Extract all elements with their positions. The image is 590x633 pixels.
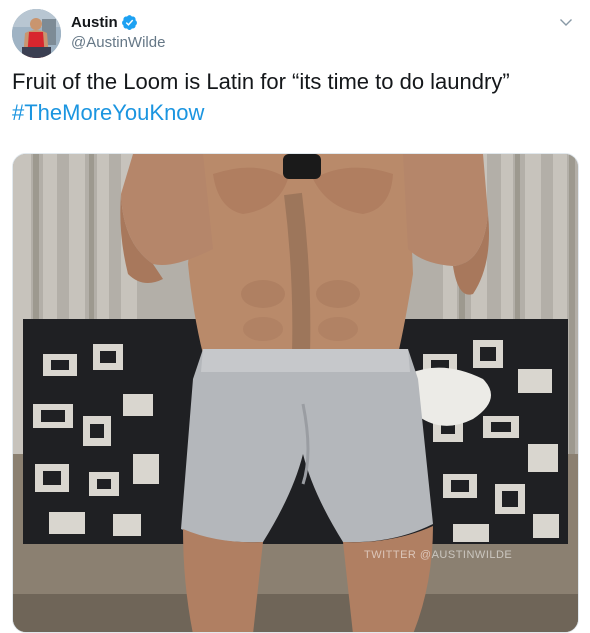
display-name[interactable]: Austin [71,14,118,31]
avatar[interactable] [12,9,61,58]
verified-badge-icon [121,14,138,31]
photo-watermark: TWITTER @AUSTINWILDE [364,549,513,561]
user-info: Austin @AustinWilde [71,12,165,52]
tweet-text: Fruit of the Loom is Latin for “its time… [12,66,578,128]
user-handle[interactable]: @AustinWilde [71,34,165,51]
avatar-image [12,9,61,58]
chevron-down-icon[interactable] [558,14,574,30]
tweet-media-photo[interactable]: TWITTER @AUSTINWILDE [12,153,579,633]
tweet-text-line: Fruit of the Loom is Latin for “its time… [12,69,510,94]
photo-illustration [13,154,578,632]
name-row: Austin [71,12,165,32]
tweet-card: Austin @AustinWilde Fruit of the Loom is… [0,0,590,633]
hashtag-link[interactable]: #TheMoreYouKnow [12,97,578,128]
